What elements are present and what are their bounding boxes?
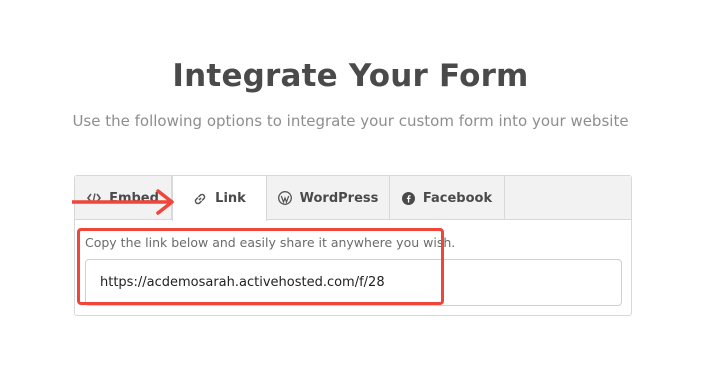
integration-panel: Embed Link WordPress Facebook Copy the l… — [74, 175, 632, 316]
tab-facebook[interactable]: Facebook — [390, 176, 505, 220]
link-instruction: Copy the link below and easily share it … — [85, 235, 456, 250]
code-icon — [87, 193, 102, 203]
page-subtitle: Use the following options to integrate y… — [72, 112, 629, 130]
link-icon — [193, 192, 207, 206]
tab-embed[interactable]: Embed — [75, 176, 172, 220]
tab-wordpress[interactable]: WordPress — [267, 176, 390, 220]
tab-link-label: Link — [215, 191, 246, 206]
tab-embed-label: Embed — [109, 190, 159, 206]
wordpress-icon — [277, 191, 292, 205]
tab-facebook-label: Facebook — [422, 190, 493, 206]
tab-link[interactable]: Link — [172, 176, 267, 221]
form-link-field[interactable]: https://acdemosarah.activehosted.com/f/2… — [85, 259, 622, 306]
facebook-icon — [401, 191, 415, 205]
integrate-form-page: Integrate Your Form Use the following op… — [0, 0, 701, 375]
page-title: Integrate Your Form — [172, 58, 529, 94]
tab-wordpress-label: WordPress — [299, 190, 379, 206]
tab-bar: Embed Link WordPress Facebook — [75, 176, 631, 221]
